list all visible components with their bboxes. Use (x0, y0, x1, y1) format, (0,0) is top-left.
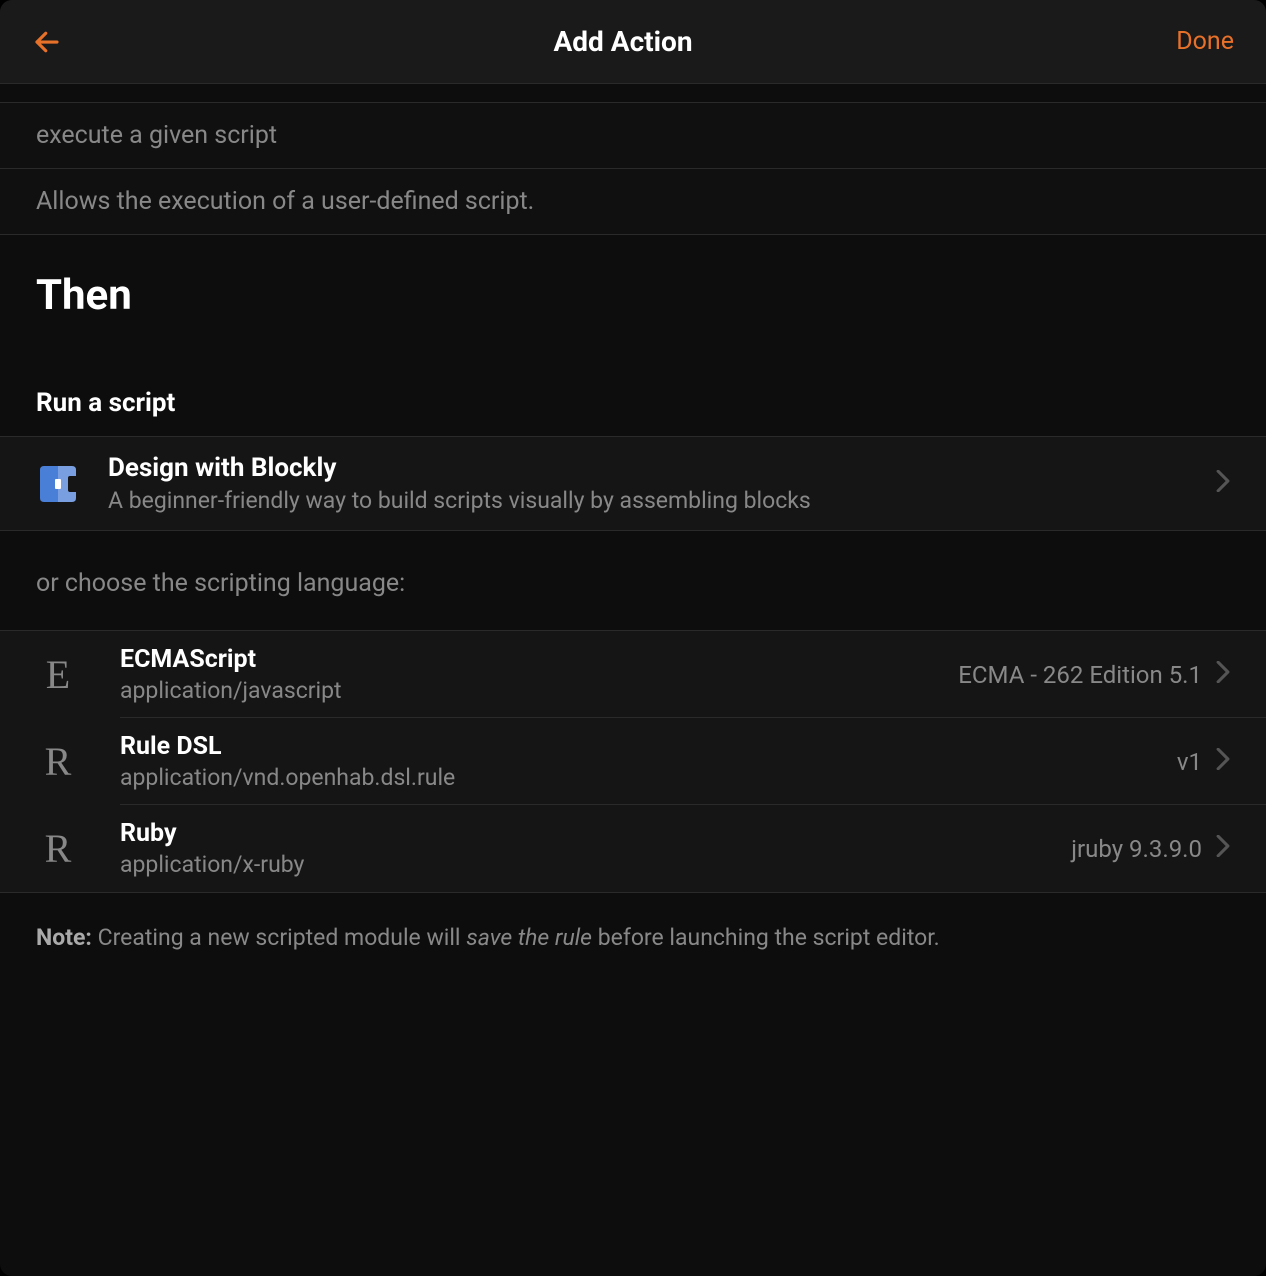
run-script-label: Run a script (0, 388, 1266, 436)
language-version: ECMA - 262 Edition 5.1 (958, 661, 1202, 689)
page-title: Add Action (92, 25, 1154, 58)
back-arrow-icon (32, 27, 62, 57)
blockly-title: Design with Blockly (108, 453, 1216, 483)
note-section: Note: Creating a new scripted module wil… (0, 893, 1266, 984)
language-option-ecmascript[interactable]: E ECMAScript application/javascript ECMA… (0, 631, 1266, 718)
language-letter: R (36, 738, 80, 785)
done-button[interactable]: Done (1154, 27, 1234, 56)
note-italic: save the rule (466, 924, 592, 951)
language-subtitle: application/vnd.openhab.dsl.rule (120, 764, 1177, 791)
language-option-ruby[interactable]: R Ruby application/x-ruby jruby 9.3.9.0 (0, 805, 1266, 892)
spacer (0, 84, 1266, 102)
language-title: Ruby (120, 819, 1071, 848)
blockly-subtitle: A beginner-friendly way to build scripts… (108, 487, 1216, 514)
language-content: ECMAScript application/javascript (120, 645, 958, 704)
language-title: Rule DSL (120, 732, 1177, 761)
language-subtitle: application/x-ruby (120, 851, 1071, 878)
chevron-right-icon (1216, 470, 1230, 498)
blockly-content: Design with Blockly A beginner-friendly … (108, 453, 1216, 514)
then-title: Then (36, 271, 1230, 320)
action-name-input[interactable]: execute a given script (0, 103, 1266, 169)
language-content: Rule DSL application/vnd.openhab.dsl.rul… (120, 732, 1177, 791)
note-text1: Creating a new scripted module will (92, 924, 466, 951)
language-content: Ruby application/x-ruby (120, 819, 1071, 878)
blockly-option[interactable]: Design with Blockly A beginner-friendly … (0, 436, 1266, 531)
note-bold: Note: (36, 924, 92, 951)
language-letter: R (36, 825, 80, 872)
then-section: Then (0, 235, 1266, 388)
note-text2: before launching the script editor. (592, 924, 940, 951)
language-version: v1 (1177, 748, 1202, 776)
header: Add Action Done (0, 0, 1266, 84)
chevron-right-icon (1216, 748, 1230, 776)
choose-language-label: or choose the scripting language: (0, 531, 1266, 630)
action-description: Allows the execution of a user-defined s… (0, 169, 1266, 235)
blockly-icon (36, 462, 80, 506)
chevron-right-icon (1216, 661, 1230, 689)
language-version: jruby 9.3.9.0 (1071, 835, 1202, 863)
chevron-right-icon (1216, 835, 1230, 863)
language-subtitle: application/javascript (120, 677, 958, 704)
language-title: ECMAScript (120, 645, 958, 674)
language-list: E ECMAScript application/javascript ECMA… (0, 630, 1266, 893)
back-button[interactable] (32, 27, 92, 57)
language-letter: E (36, 651, 80, 698)
language-option-ruledsl[interactable]: R Rule DSL application/vnd.openhab.dsl.r… (0, 718, 1266, 805)
input-section: execute a given script Allows the execut… (0, 102, 1266, 235)
